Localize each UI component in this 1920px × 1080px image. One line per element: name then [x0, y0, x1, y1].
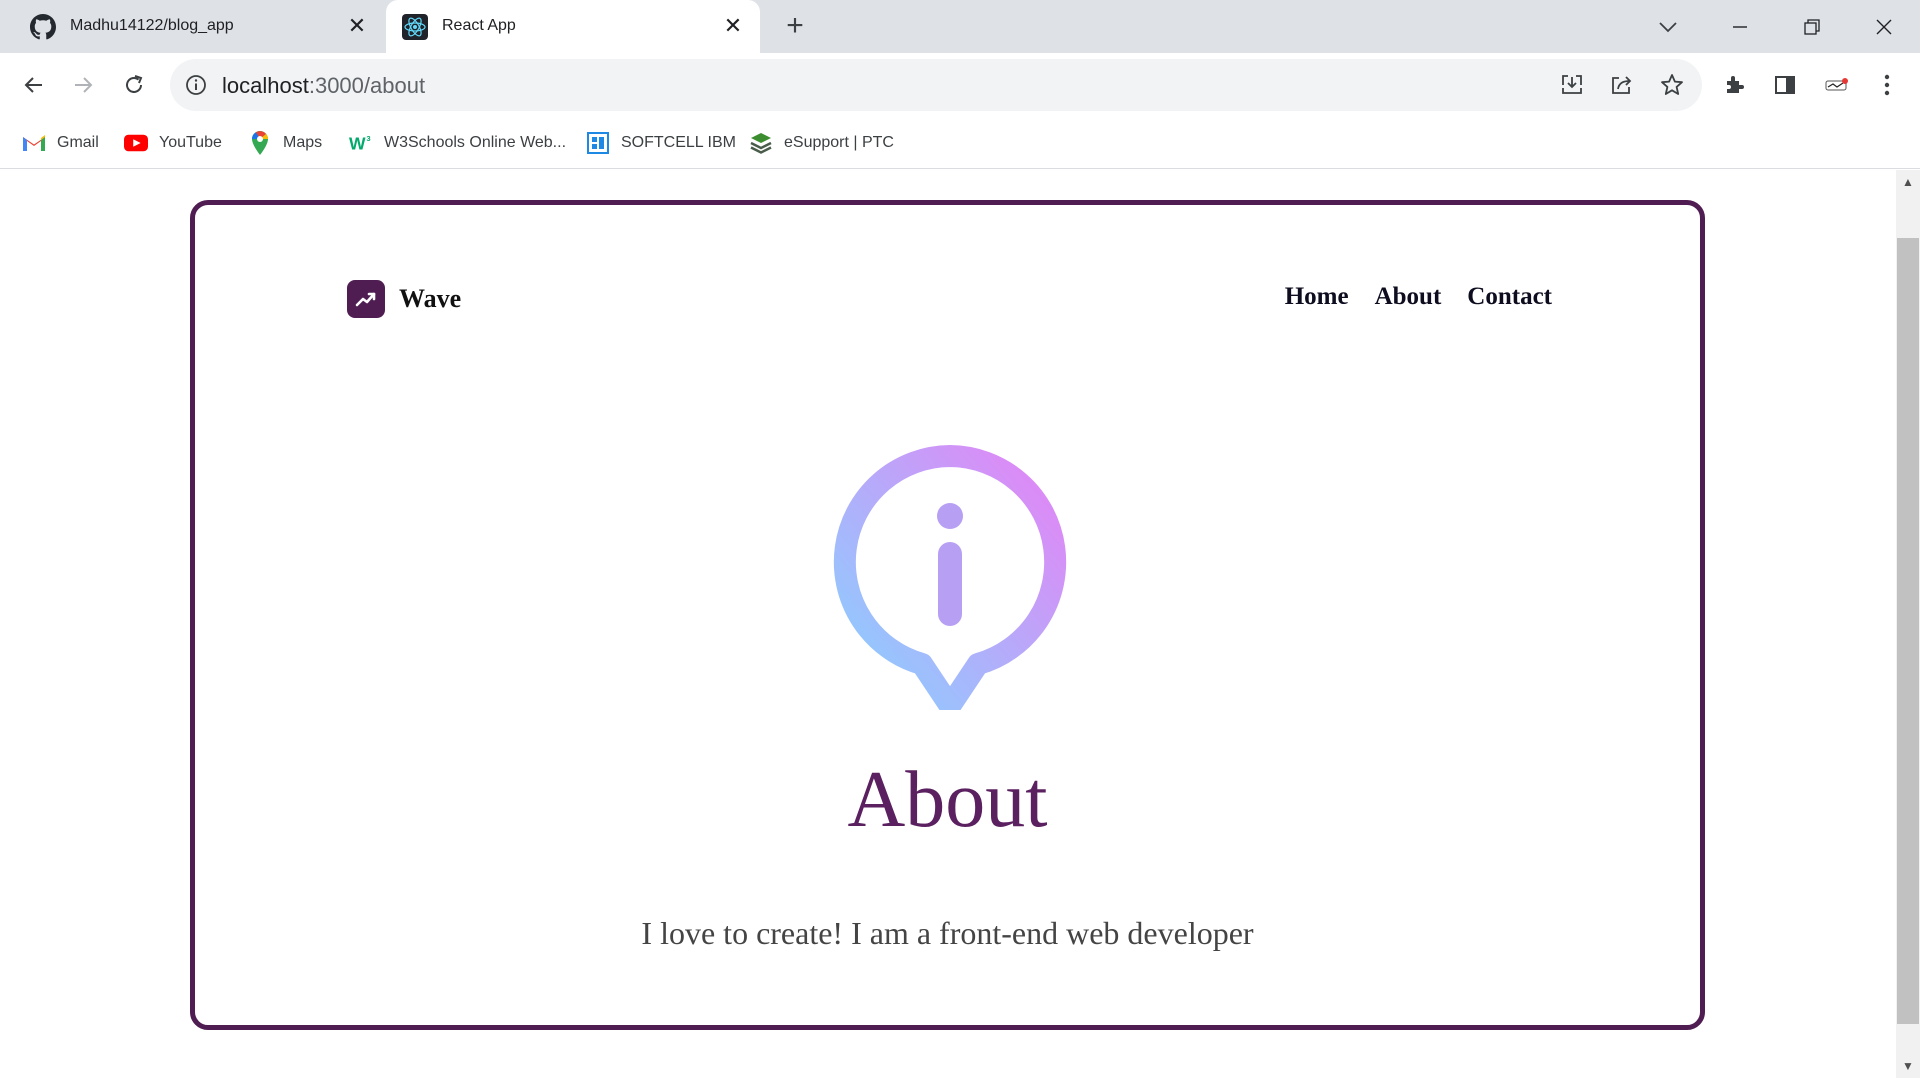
- trending-up-icon: [347, 280, 385, 318]
- nav-about-link[interactable]: About: [1375, 283, 1442, 311]
- tab-title: Madhu14122/blog_app: [70, 17, 234, 34]
- bookmark-esupport[interactable]: eSupport | PTC: [749, 128, 894, 158]
- github-icon: [30, 14, 56, 40]
- tab-github[interactable]: Madhu14122/blog_app ✕: [14, 0, 384, 53]
- minimize-icon[interactable]: [1723, 10, 1757, 44]
- scroll-up-icon[interactable]: ▲: [1900, 174, 1916, 190]
- maps-icon: [248, 131, 272, 155]
- bookmark-w3schools[interactable]: W3 W3Schools Online Web...: [349, 128, 566, 158]
- main-nav: Home About Contact: [1259, 283, 1552, 311]
- bookmark-label: YouTube: [159, 134, 222, 151]
- nav-home-link[interactable]: Home: [1285, 283, 1349, 311]
- install-app-icon[interactable]: [1558, 71, 1586, 99]
- back-icon[interactable]: [17, 68, 51, 102]
- browser-toolbar: localhost:3000/about: [0, 53, 1920, 117]
- tab-bar: Madhu14122/blog_app ✕ React App ✕ +: [0, 0, 1920, 53]
- bookmark-label: eSupport | PTC: [784, 134, 894, 151]
- bookmark-label: Gmail: [57, 134, 99, 151]
- tab-search-icon[interactable]: [1651, 10, 1685, 44]
- esupport-icon: [749, 131, 773, 155]
- bookmark-label: SOFTCELL IBM: [621, 134, 736, 151]
- info-bubble-icon: [830, 430, 1070, 717]
- nav-contact-link[interactable]: Contact: [1467, 283, 1552, 311]
- page-card: Wave Home About Contact About I love to …: [190, 200, 1705, 1030]
- restore-icon[interactable]: [1795, 10, 1829, 44]
- tab-title: React App: [442, 17, 516, 34]
- close-icon[interactable]: ✕: [344, 13, 370, 39]
- forward-icon[interactable]: [66, 68, 100, 102]
- url-path: :3000/about: [308, 73, 426, 98]
- page-viewport: Wave Home About Contact About I love to …: [0, 170, 1896, 1078]
- brand[interactable]: Wave: [347, 280, 461, 318]
- bookmarks-bar: Gmail YouTube Maps W3 W3Schools Online W…: [0, 117, 1920, 169]
- extensions-icon[interactable]: [1718, 68, 1752, 102]
- bookmark-star-icon[interactable]: [1658, 71, 1686, 99]
- bookmark-youtube[interactable]: YouTube: [124, 128, 222, 158]
- profile-avatar-icon[interactable]: [1820, 68, 1854, 102]
- bookmark-softcell[interactable]: SOFTCELL IBM: [586, 128, 736, 158]
- side-panel-icon[interactable]: [1768, 68, 1802, 102]
- tab-react-app[interactable]: React App ✕: [386, 0, 760, 53]
- bookmark-gmail[interactable]: Gmail: [22, 128, 99, 158]
- site-info-icon[interactable]: [184, 73, 208, 97]
- softcell-icon: [586, 131, 610, 155]
- url-host: localhost: [222, 73, 309, 98]
- svg-text:3: 3: [367, 134, 371, 143]
- bookmark-label: W3Schools Online Web...: [384, 134, 567, 151]
- url-text: localhost:3000/about: [222, 73, 425, 99]
- scroll-down-icon[interactable]: ▼: [1900, 1058, 1916, 1074]
- page-tagline: I love to create! I am a front-end web d…: [641, 915, 1254, 951]
- brand-name: Wave: [399, 284, 462, 313]
- gmail-icon: [22, 131, 46, 155]
- new-tab-button[interactable]: +: [780, 11, 810, 42]
- bookmark-label: Maps: [283, 134, 323, 151]
- more-menu-icon[interactable]: [1870, 68, 1904, 102]
- scrollbar-thumb[interactable]: [1897, 238, 1919, 1024]
- page-title: About: [847, 756, 1048, 844]
- svg-text:W: W: [349, 133, 366, 153]
- bookmark-maps[interactable]: Maps: [248, 128, 322, 158]
- w3schools-icon: W3: [349, 131, 373, 155]
- react-icon: [402, 14, 428, 40]
- address-bar[interactable]: localhost:3000/about: [170, 59, 1702, 111]
- close-window-icon[interactable]: [1867, 10, 1901, 44]
- close-icon[interactable]: ✕: [720, 13, 746, 39]
- share-icon[interactable]: [1608, 71, 1636, 99]
- reload-icon[interactable]: [117, 68, 151, 102]
- youtube-icon: [124, 131, 148, 155]
